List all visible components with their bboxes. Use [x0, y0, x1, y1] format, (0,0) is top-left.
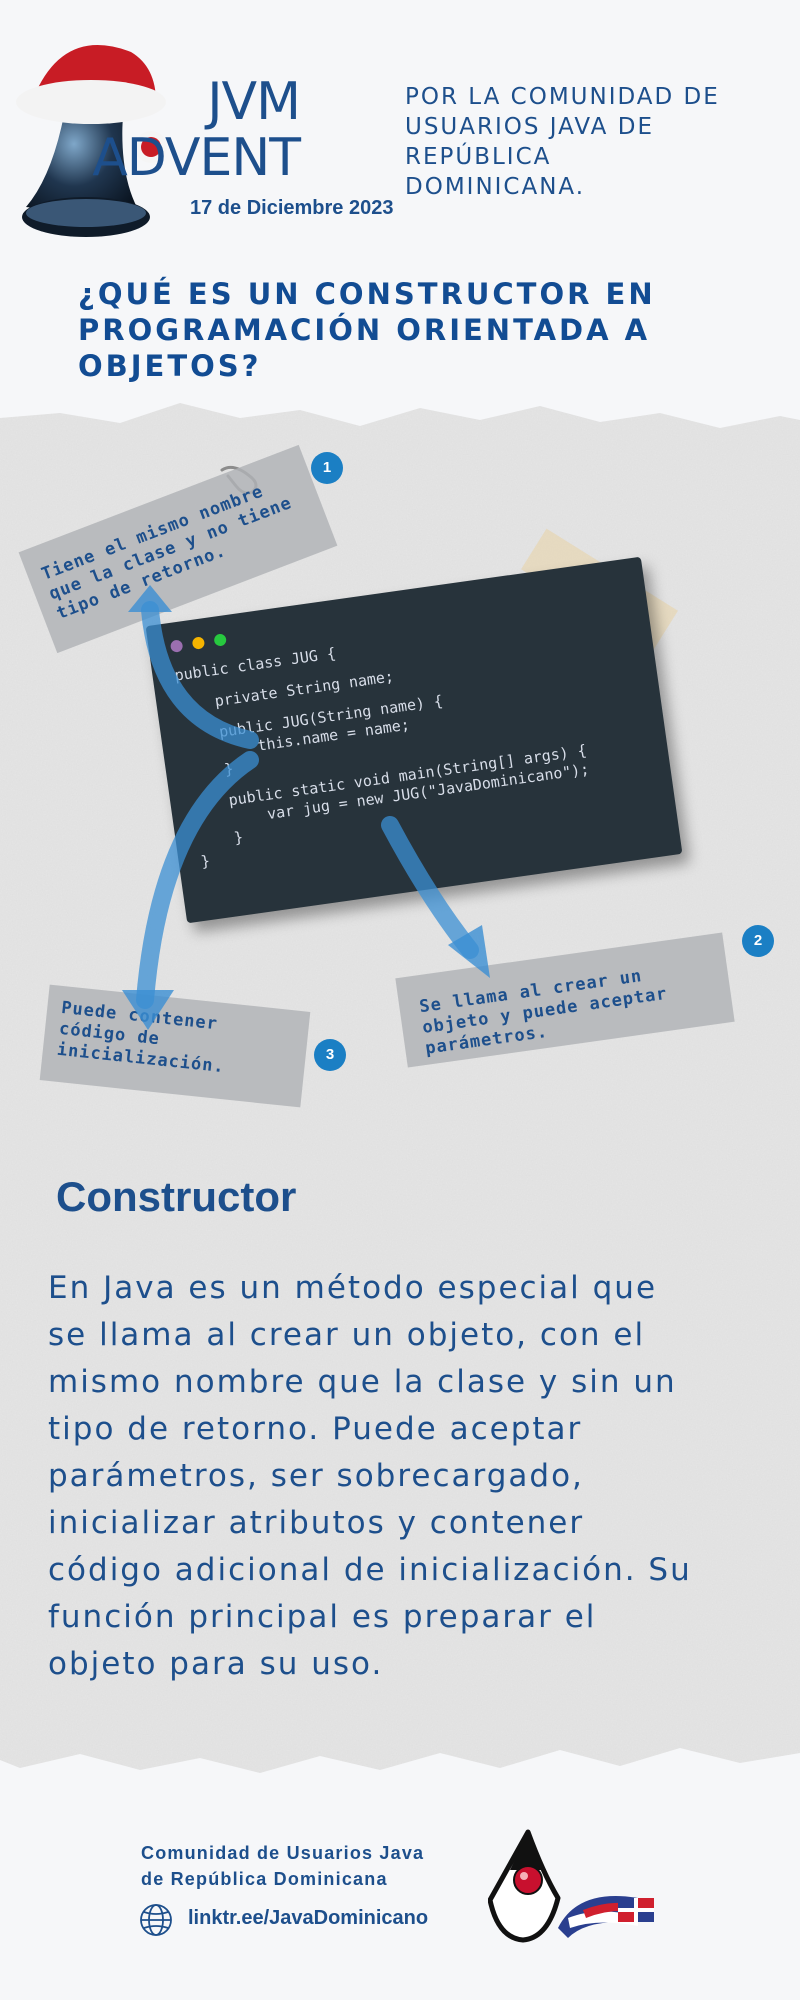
linktree-link[interactable]: linktr.ee/JavaDominicano: [188, 1907, 428, 1930]
footer-org-line1: Comunidad de Usuarios Java: [141, 1843, 425, 1863]
main-question: ¿QUÉ ES UN CONSTRUCTOR EN PROGRAMACIÓN O…: [78, 277, 656, 383]
footer-org-line2: de República Dominicana: [141, 1869, 388, 1889]
badge-2: 2: [742, 925, 774, 957]
badge-3: 3: [314, 1039, 346, 1071]
footer-organization: Comunidad de Usuarios Java de República …: [141, 1840, 501, 1892]
section-title: Constructor: [56, 1173, 297, 1220]
section-body: En Java es un método especial que se lla…: [48, 1270, 692, 1682]
badge-1: 1: [311, 452, 343, 484]
event-title: JVM ADVENT: [92, 72, 301, 188]
event-title-line1: JVM: [207, 72, 301, 132]
event-title-line2: ADVENT: [92, 128, 301, 188]
window-dot-purple: [169, 639, 184, 653]
java-duke-dominican-flag-logo: [488, 1829, 654, 1943]
event-subtitle: POR LA COMUNIDAD DE USUARIOS JAVA DE REP…: [405, 84, 720, 200]
window-dot-yellow: [191, 636, 206, 650]
event-date: 17 de Diciembre 2023: [190, 197, 394, 219]
window-dot-green: [213, 633, 227, 647]
globe-icon: [140, 1904, 172, 1936]
